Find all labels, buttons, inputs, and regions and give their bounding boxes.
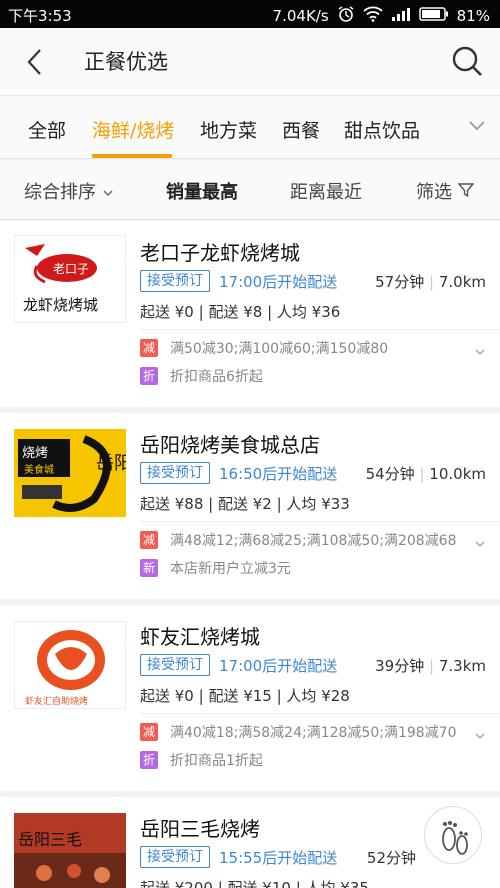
logo-subtext: 美食城 <box>24 463 54 476</box>
logo-text: 烧烤 <box>22 446 48 461</box>
discount-badge: 减 <box>140 723 158 741</box>
restaurant-card[interactable]: 老口子 龙虾烧烤城 老口子龙虾烧烤城 接受预订 17:00后开始配送 57分钟 … <box>0 221 500 407</box>
distance: 7.3km <box>438 657 486 675</box>
discount-row[interactable]: 减 满50减30;满100减60;满150减80 <box>140 339 490 359</box>
chevron-down-icon[interactable] <box>474 726 486 740</box>
new-user-badge: 新 <box>140 559 158 577</box>
restaurant-name: 虾友汇烧烤城 <box>140 625 260 649</box>
restaurant-name: 岳阳烧烤美食城总店 <box>140 433 320 457</box>
delivery-start: 15:55后开始配送 <box>219 849 338 867</box>
delivery-start: 17:00后开始配送 <box>219 273 338 291</box>
status-time: 下午3:53 <box>8 7 72 25</box>
chevron-down-icon[interactable] <box>474 342 486 356</box>
back-arrow-icon[interactable] <box>18 42 54 82</box>
delivery-start: 17:00后开始配送 <box>219 657 338 675</box>
chevron-down-icon <box>102 182 114 203</box>
page-header: 正餐优选 <box>0 28 500 95</box>
discount-text: 满50减30;满100减60;满150减80 <box>170 341 389 357</box>
reservation-tag: 接受预订 <box>140 654 210 676</box>
restaurant-card[interactable]: 烧烤 美食城 岳阳 岳阳烧烤美食城总店 接受预订 16:50后开始配送 54分钟… <box>0 413 500 599</box>
logo-subtext: 龙虾烧烤城 <box>23 296 98 314</box>
restaurant-logo: 烧烤 美食城 岳阳 <box>14 429 126 517</box>
distance: 7.0km <box>438 273 486 291</box>
tab-western[interactable]: 西餐 <box>282 116 320 143</box>
wifi-icon <box>363 6 383 26</box>
eta-distance: 54分钟 | 10.0km <box>366 463 486 484</box>
active-tab-indicator <box>92 154 172 158</box>
tab-desserts-drinks[interactable]: 甜点饮品 <box>344 116 420 143</box>
reservation-tag: 接受预订 <box>140 462 210 484</box>
distance: 10.0km <box>429 465 486 483</box>
sale-badge: 折 <box>140 367 158 385</box>
page-title: 正餐优选 <box>84 50 168 74</box>
chevron-down-icon[interactable] <box>468 118 486 132</box>
eta: 57分钟 <box>375 273 425 291</box>
restaurant-card[interactable]: 虾友汇自助烧烤 虾友汇烧烤城 接受预订 17:00后开始配送 39分钟 | 7.… <box>0 605 500 791</box>
search-icon[interactable] <box>450 44 484 78</box>
sort-bar: 综合排序 销量最高 距离最近 筛选 <box>0 160 500 220</box>
promo-row: 折 折扣商品6折起 <box>140 367 490 387</box>
sort-comprehensive-label: 综合排序 <box>24 182 96 203</box>
delivery-start: 16:50后开始配送 <box>219 465 338 483</box>
filter-button[interactable]: 筛选 <box>416 178 475 204</box>
sale-text: 折扣商品1折起 <box>170 753 263 769</box>
signal-icon <box>391 6 411 26</box>
new-user-text: 本店新用户立减3元 <box>170 561 291 577</box>
battery-level: 81% <box>456 7 490 25</box>
tab-local-cuisine[interactable]: 地方菜 <box>200 116 257 143</box>
filter-icon <box>457 182 475 203</box>
sale-badge: 折 <box>140 751 158 769</box>
fee-info: 起送 ¥0 | 配送 ¥8 | 人均 ¥36 <box>140 303 341 321</box>
separator: | <box>429 273 435 291</box>
status-bar: 下午3:53 7.04K/s 81% <box>0 0 500 28</box>
sort-sales[interactable]: 销量最高 <box>166 178 238 204</box>
fee-info: 起送 ¥88 | 配送 ¥2 | 人均 ¥33 <box>140 495 350 513</box>
tab-seafood-bbq[interactable]: 海鲜/烧烤 <box>92 116 174 143</box>
logo-city: 岳阳 <box>96 453 126 474</box>
discount-text: 满48减12;满68减25;满108减50;满208减68 <box>170 533 457 549</box>
eta: 54分钟 <box>365 465 415 483</box>
sale-text: 折扣商品6折起 <box>170 369 263 385</box>
restaurant-logo: 虾友汇自助烧烤 <box>14 621 126 709</box>
discount-row[interactable]: 减 满40减18;满58减24;满128减50;满198减70 <box>140 723 490 743</box>
sort-distance[interactable]: 距离最近 <box>290 178 362 204</box>
logo-text: 岳阳三毛 <box>18 830 82 849</box>
logo-text: 虾友汇自助烧烤 <box>25 695 88 707</box>
eta-distance: 39分钟 | 7.3km <box>375 655 486 676</box>
discount-row[interactable]: 减 满48减12;满68减25;满108减50;满208减68 <box>140 531 490 551</box>
footprint-icon <box>425 821 483 869</box>
alarm-icon <box>337 5 355 27</box>
chevron-down-icon[interactable] <box>474 534 486 548</box>
eta: 39分钟 <box>375 657 425 675</box>
battery-icon <box>418 7 449 25</box>
divider <box>140 329 500 330</box>
category-tabs: 全部 海鲜/烧烤 地方菜 西餐 甜点饮品 <box>0 95 500 159</box>
eta: 52分钟 <box>366 849 416 867</box>
fee-info: 起送 ¥0 | 配送 ¥15 | 人均 ¥28 <box>140 687 350 705</box>
separator: | <box>429 657 435 675</box>
footprint-button[interactable] <box>424 806 482 864</box>
restaurant-name: 岳阳三毛烧烤 <box>140 817 260 841</box>
reservation-tag: 接受预订 <box>140 846 210 868</box>
status-right: 7.04K/s 81% <box>273 5 490 27</box>
discount-badge: 减 <box>140 531 158 549</box>
logo-text: 老口子 <box>53 262 89 276</box>
tab-all[interactable]: 全部 <box>28 116 66 143</box>
divider <box>140 521 500 522</box>
network-speed: 7.04K/s <box>272 7 329 25</box>
sort-comprehensive[interactable]: 综合排序 <box>24 178 114 204</box>
fee-info: 起送 ¥200 | 配送 ¥10 | 人均 ¥35 <box>140 879 369 888</box>
discount-badge: 减 <box>140 339 158 357</box>
eta-distance: 57分钟 | 7.0km <box>375 271 486 292</box>
restaurant-logo: 老口子 龙虾烧烤城 <box>14 235 126 323</box>
restaurant-name: 老口子龙虾烧烤城 <box>140 241 300 265</box>
promo-row: 新 本店新用户立减3元 <box>140 559 490 579</box>
restaurant-logo: 岳阳三毛 <box>14 813 126 888</box>
separator: | <box>419 465 425 483</box>
divider <box>140 713 500 714</box>
filter-label: 筛选 <box>416 182 452 203</box>
reservation-tag: 接受预订 <box>140 270 210 292</box>
promo-row: 折 折扣商品1折起 <box>140 751 490 771</box>
discount-text: 满40减18;满58减24;满128减50;满198减70 <box>170 725 457 741</box>
